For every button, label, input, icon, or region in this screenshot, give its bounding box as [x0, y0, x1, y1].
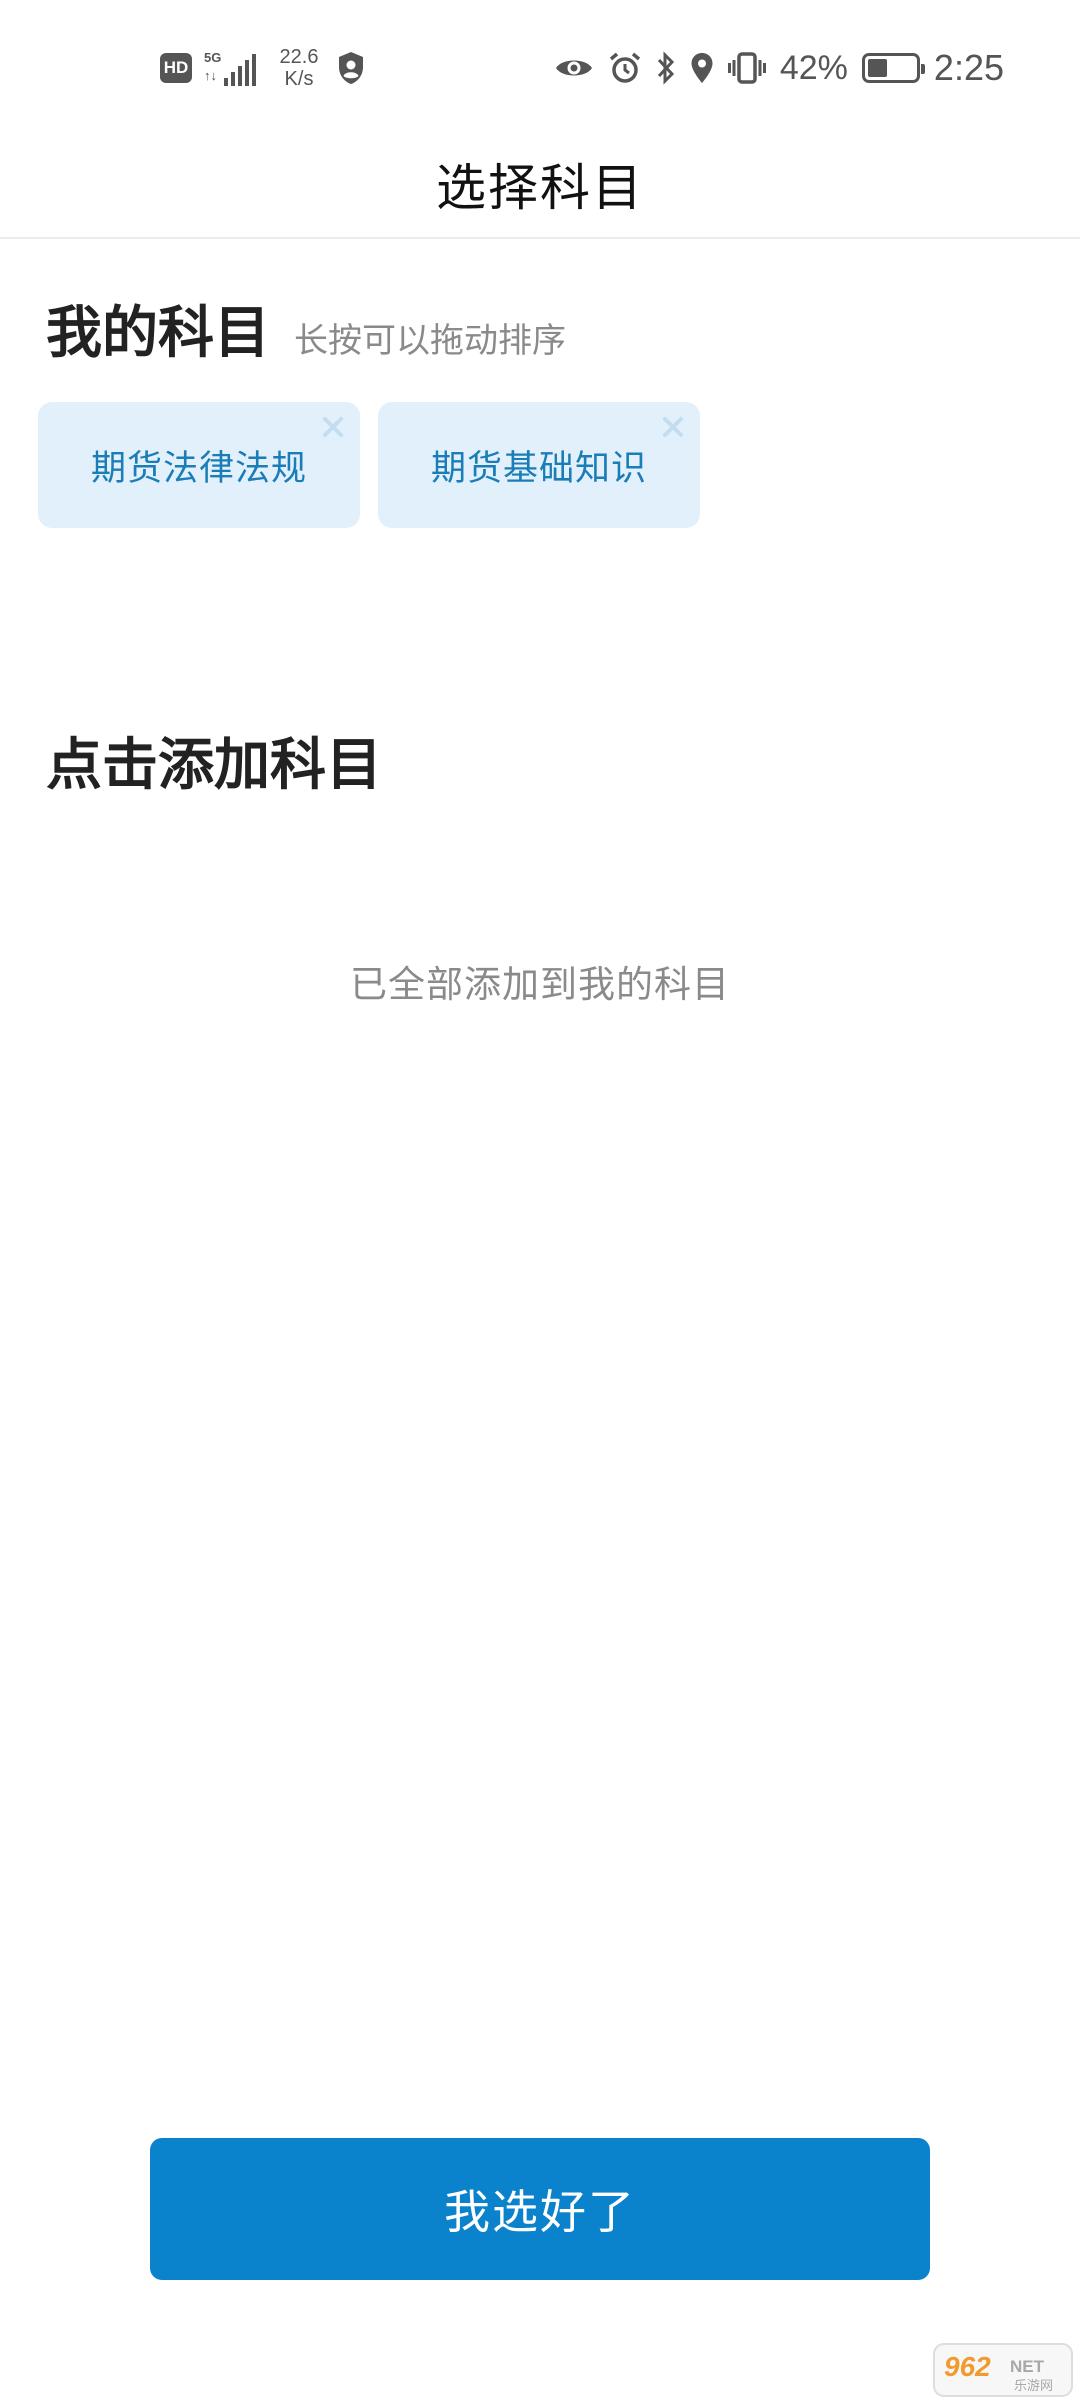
- confirm-button-label: 我选好了: [444, 2185, 636, 2239]
- alarm-icon: [609, 52, 640, 83]
- svg-text:NET: NET: [1010, 2357, 1045, 2376]
- status-bar-left: HD 5G ↑↓ 22.6 K/s: [160, 40, 366, 96]
- battery-percent: 42%: [779, 48, 848, 87]
- svg-text:乐游网: 乐游网: [1014, 2379, 1053, 2394]
- network-speed-value: 22.6: [279, 46, 319, 68]
- network-type-label: 5G: [204, 50, 222, 65]
- bluetooth-icon: [657, 51, 674, 85]
- add-subjects-title: 点击添加科目: [46, 733, 382, 798]
- status-time: 2:25: [933, 47, 1004, 88]
- network-activity-arrows: ↑↓: [204, 68, 217, 83]
- my-subjects-header: 我的科目 长按可以拖动排序: [46, 288, 566, 369]
- vibrate-icon: [727, 52, 766, 84]
- hd-badge: HD: [160, 53, 192, 83]
- eye-icon: [555, 60, 592, 76]
- status-bar-right: 42% 2:25: [554, 40, 1004, 96]
- drag-sort-hint: 长按可以拖动排序: [294, 321, 566, 361]
- network-speed-unit: K/s: [284, 68, 314, 90]
- cellular-signal-icon: 5G ↑↓: [204, 48, 260, 88]
- add-subjects-header: 点击添加科目: [46, 720, 382, 801]
- subject-chip[interactable]: 期货法律法规: [38, 402, 360, 528]
- svg-text:962: 962: [944, 2351, 991, 2382]
- my-subjects-list: 期货法律法规 期货基础知识: [38, 402, 700, 528]
- confirm-button[interactable]: 我选好了: [150, 2138, 930, 2280]
- close-icon[interactable]: [660, 414, 686, 440]
- subject-chip-label: 期货法律法规: [90, 448, 307, 489]
- close-icon[interactable]: [320, 414, 346, 440]
- page-title: 选择科目: [436, 158, 644, 217]
- nav-bar: 选择科目: [0, 130, 1080, 239]
- network-speed: 22.6 K/s: [274, 46, 324, 90]
- site-watermark-logo: 962 NET 乐游网: [933, 2343, 1073, 2397]
- battery-icon: [861, 53, 925, 83]
- empty-state-message: 已全部添加到我的科目: [350, 963, 730, 1006]
- shield-icon: [339, 52, 363, 84]
- battery-level: [867, 59, 887, 77]
- status-bar: HD 5G ↑↓ 22.6 K/s 42% 2:25: [0, 0, 1080, 130]
- subject-chip[interactable]: 期货基础知识: [378, 402, 700, 528]
- my-subjects-title: 我的科目: [46, 301, 270, 366]
- location-icon: [691, 53, 713, 83]
- subject-chip-label: 期货基础知识: [430, 448, 647, 489]
